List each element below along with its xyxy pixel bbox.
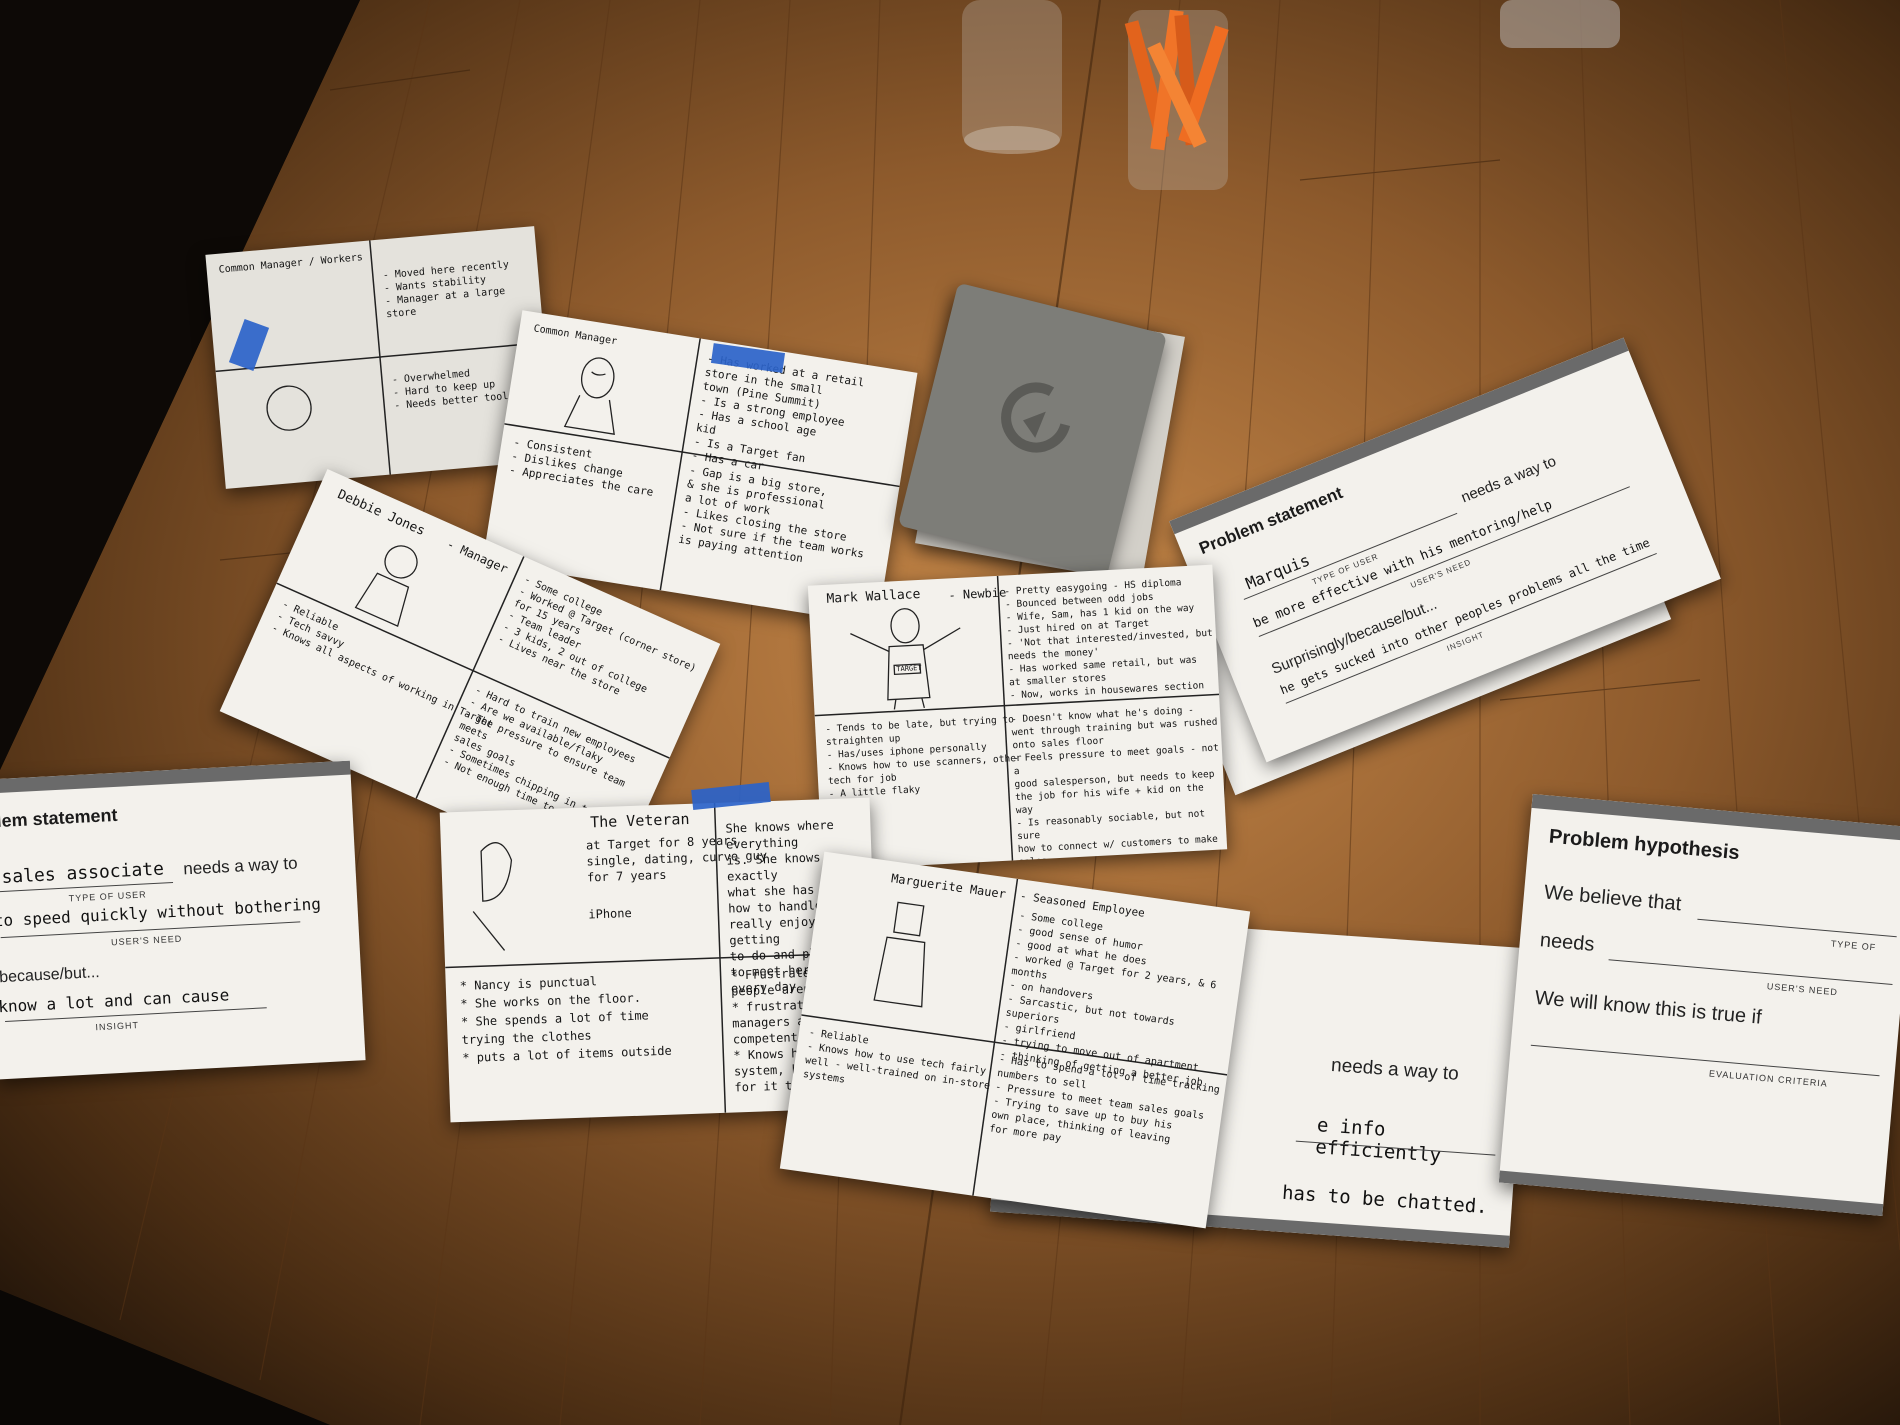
card-title: lem statement [0,804,118,832]
persona-drawing [472,842,513,951]
persona-drawing [873,901,926,1008]
persona-behaviors: iPhone [588,905,632,922]
needs-label: needs a way to [182,853,299,879]
persona-badge: TARGET [896,663,922,674]
persona-drawing [850,608,961,710]
photo-scene: Common Manager / Workers - Moved here re… [0,0,1900,1425]
insight-label: INSIGHT [95,1019,140,1033]
need-value: e info efficiently [1314,1114,1442,1167]
persona-sheet-marguerite: Marguerite Mauer - Seasoned Employee - S… [779,851,1251,1229]
persona-behaviors: - Tends to be late, but trying to straig… [825,714,1022,800]
user-type-value: Marquis [1242,550,1313,594]
insight-value: has to be chatted. [1281,1181,1489,1219]
users-need-label: USER'S NEED [110,933,183,948]
persona-drawing [354,545,418,628]
persona-sheet-mark: Mark Wallace - Newbie TARGET - Pretty ea… [807,564,1228,871]
needs-label: needs a way to [1330,1054,1460,1085]
water-bottle [1500,0,1620,48]
line-2 [1608,959,1893,986]
users-need-label: USER'S NEED [1766,981,1839,998]
problem-hypothesis-card: Problem hypothesis We believe that TYPE … [1498,793,1900,1217]
insight-label: INSIGHT [1445,629,1486,654]
problem-statement-left: lem statement sales associate needs a wa… [0,760,366,1080]
hypothesis-line-2: needs [1539,929,1596,956]
because-label: /because/but... [0,963,101,987]
evaluation-label: EVALUATION CRITERIA [1708,1068,1829,1089]
card-title: Problem hypothesis [1548,825,1741,865]
line-3 [1530,1044,1880,1077]
type-of-user-label: TYPE OF USER [68,889,147,904]
persona-drawing [563,357,615,435]
persona-notes: * Nancy is punctual * She works on the f… [459,974,672,1065]
need-value: to speed quickly without bothering [0,894,322,931]
hypothesis-line-1: We believe that [1543,881,1683,916]
hypothesis-line-3: We will know this is true if [1534,986,1763,1029]
glass-with-sugar-packets [1124,9,1229,190]
type-label: TYPE OF [1830,938,1877,953]
persona-facts: - Pretty easygoing - HS diploma - Bounce… [1004,577,1214,702]
line-1 [1697,918,1897,938]
glass-left [962,0,1062,154]
persona-needs: - Doesn't know what he's doing - went th… [1010,704,1220,868]
